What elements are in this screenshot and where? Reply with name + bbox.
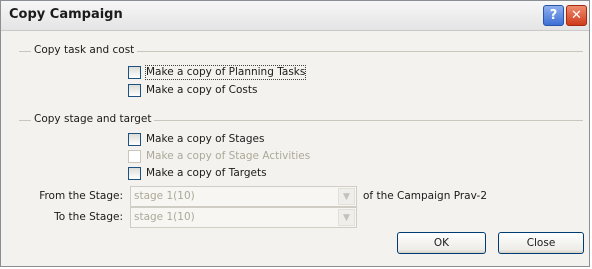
checkbox-label-targets: Make a copy of Targets [146, 166, 267, 179]
from-stage-label: From the Stage: [39, 190, 123, 202]
chevron-down-icon: ▼ [338, 188, 355, 205]
to-stage-select: stage 1(10) ▼ [130, 207, 357, 228]
chevron-down-icon: ▼ [338, 209, 355, 226]
ok-button[interactable]: OK [397, 232, 486, 254]
close-button[interactable]: Close [498, 232, 584, 254]
from-stage-select: stage 1(10) ▼ [130, 186, 357, 207]
to-stage-label: To the Stage: [54, 211, 123, 223]
checkbox-label-planning-tasks: Make a copy of Planning Tasks [144, 64, 307, 80]
checkbox-planning-tasks[interactable] [128, 65, 141, 79]
close-window-button[interactable]: ✕ [566, 5, 587, 26]
checkbox-costs[interactable] [128, 83, 141, 97]
campaign-suffix: of the Campaign Prav-2 [363, 190, 487, 202]
help-button[interactable]: ? [543, 5, 564, 26]
from-stage-value: stage 1(10) [134, 190, 195, 202]
option-copy-stage-activities: Make a copy of Stage Activities [128, 149, 310, 163]
help-icon: ? [549, 8, 558, 23]
title-bar[interactable]: Copy Campaign ? ✕ [1, 1, 589, 31]
option-copy-stages[interactable]: Make a copy of Stages [128, 132, 264, 146]
checkbox-label-stages: Make a copy of Stages [146, 132, 265, 145]
option-copy-targets[interactable]: Make a copy of Targets [128, 166, 267, 180]
checkbox-stage-activities [128, 149, 141, 163]
copy-campaign-dialog: Copy Campaign ? ✕ Copy task and cost Mak… [0, 0, 590, 267]
checkbox-stages[interactable] [128, 132, 141, 146]
option-copy-planning-tasks[interactable]: Make a copy of Planning Tasks [128, 64, 307, 80]
group-label-task-cost: Copy task and cost [31, 44, 138, 57]
close-icon: ✕ [571, 8, 582, 23]
to-stage-value: stage 1(10) [134, 211, 195, 223]
group-label-stage-target: Copy stage and target [31, 113, 155, 126]
dialog-title: Copy Campaign [9, 7, 123, 22]
checkbox-label-costs: Make a copy of Costs [146, 83, 258, 96]
checkbox-label-stage-activities: Make a copy of Stage Activities [146, 149, 311, 162]
checkbox-targets[interactable] [128, 166, 141, 180]
option-copy-costs[interactable]: Make a copy of Costs [128, 83, 257, 97]
